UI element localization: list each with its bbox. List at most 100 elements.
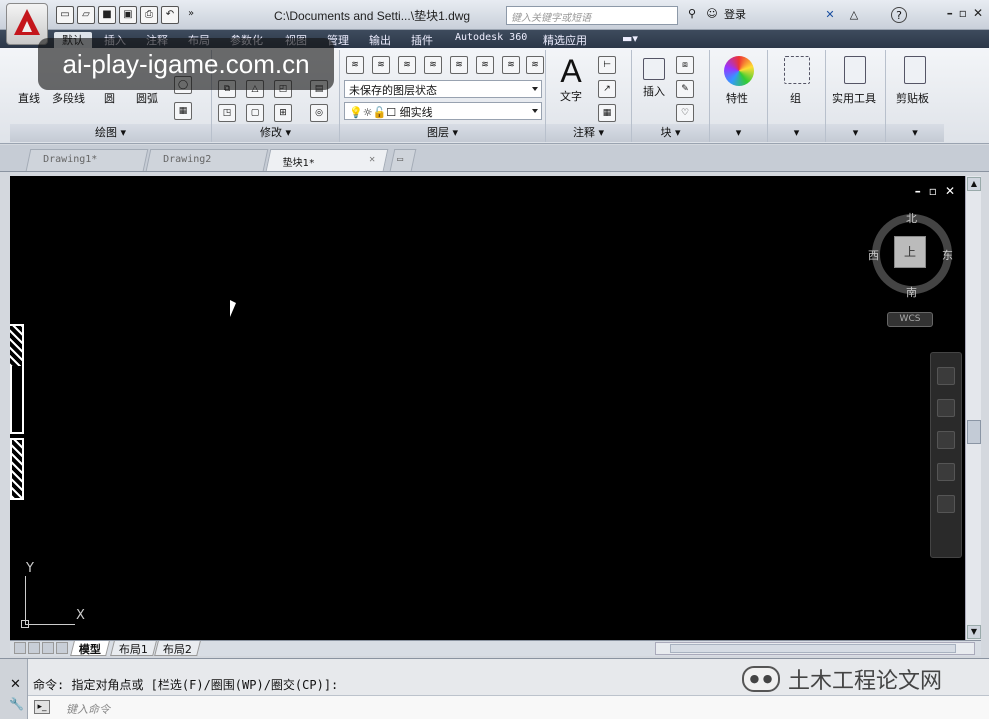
command-input-row[interactable]: ▸_ 键入命令: [28, 695, 989, 719]
utilities-panel[interactable]: 实用工具 ▾: [826, 50, 886, 142]
layout-tab-layout1[interactable]: 布局1: [110, 641, 157, 656]
new-file-icon[interactable]: ▭: [56, 6, 74, 24]
tab-output[interactable]: 输出: [369, 32, 391, 48]
doc-tab-active[interactable]: 垫块1* ✕: [265, 149, 389, 171]
layer-match-icon[interactable]: ≋: [372, 56, 390, 74]
viewport-minimize-icon[interactable]: –: [915, 184, 921, 198]
command-prompt-icon[interactable]: ▸_: [34, 700, 50, 714]
layer-isolate-icon[interactable]: ≋: [424, 56, 442, 74]
dimension-icon[interactable]: ⊢: [598, 56, 616, 74]
text-tool[interactable]: A 文字: [556, 54, 586, 104]
viewport-controls: – ▫ ✕: [915, 184, 955, 198]
layout-tab-model[interactable]: 模型: [70, 641, 110, 656]
ribbon-toggle-icon[interactable]: ▬▾: [622, 32, 638, 45]
viewport-restore-icon[interactable]: ▫: [929, 184, 937, 198]
wcs-menu[interactable]: WCS: [887, 312, 933, 327]
layer-lock-icon[interactable]: ≋: [526, 56, 544, 74]
qat-more-icon[interactable]: »: [182, 6, 200, 24]
showmotion-icon[interactable]: [937, 495, 955, 513]
layer-dropdown[interactable]: 💡☼🔓☐ 细实线: [344, 102, 542, 120]
doc-tab-drawing2[interactable]: Drawing2: [145, 149, 269, 171]
undo-icon[interactable]: ↶: [161, 6, 179, 24]
help-icon[interactable]: ?: [891, 7, 907, 23]
wrench-icon[interactable]: 🔧: [9, 697, 24, 711]
viewcube-face[interactable]: 上: [894, 236, 926, 268]
color-wheel-icon: [724, 56, 754, 86]
viewcube-south[interactable]: 南: [906, 284, 917, 300]
close-icon[interactable]: ✕: [10, 677, 21, 692]
vertical-scroll-thumb[interactable]: [967, 420, 981, 444]
leader-icon[interactable]: ↗: [598, 80, 616, 98]
annotation-panel-title[interactable]: 注释 ▾: [546, 124, 631, 142]
draw-panel-title[interactable]: 绘图 ▾: [10, 124, 211, 142]
offset-icon[interactable]: ◎: [310, 104, 328, 122]
scroll-down-icon[interactable]: ▼: [967, 625, 981, 639]
tab-featured-apps[interactable]: 精选应用: [543, 32, 587, 48]
user-icon[interactable]: ☺: [704, 6, 720, 22]
minimize-icon[interactable]: –: [947, 6, 953, 20]
save-icon[interactable]: ■: [98, 6, 116, 24]
login-link[interactable]: 登录: [724, 6, 746, 22]
stretch-icon[interactable]: ◳: [218, 104, 236, 122]
doc-tab-drawing1[interactable]: Drawing1*: [25, 149, 149, 171]
edit-block-icon[interactable]: ✎: [676, 80, 694, 98]
open-file-icon[interactable]: ▱: [77, 6, 95, 24]
polyline-tool[interactable]: 多段线: [52, 90, 85, 106]
command-input[interactable]: 键入命令: [66, 701, 110, 717]
close-icon[interactable]: ✕: [973, 6, 983, 20]
layout-tab-layout2[interactable]: 布局2: [154, 641, 201, 656]
insert-block-tool[interactable]: 插入: [638, 58, 670, 99]
layout-last-icon[interactable]: [56, 642, 68, 654]
layout-prev-icon[interactable]: [28, 642, 40, 654]
horizontal-scroll-thumb[interactable]: [670, 644, 956, 653]
viewcube-west[interactable]: 西: [868, 247, 879, 263]
layer-off-icon[interactable]: ≋: [476, 56, 494, 74]
scale-icon[interactable]: ▢: [246, 104, 264, 122]
print-icon[interactable]: ⎙: [140, 6, 158, 24]
steeringwheel-icon[interactable]: [937, 367, 955, 385]
horizontal-scrollbar[interactable]: [655, 642, 975, 655]
layer-state-dropdown[interactable]: 未保存的图层状态: [344, 80, 542, 98]
exchange-icon[interactable]: ✕: [822, 7, 838, 23]
layers-panel-title[interactable]: 图层 ▾: [340, 124, 545, 142]
tab-plugins[interactable]: 插件: [411, 32, 433, 48]
save-as-icon[interactable]: ▣: [119, 6, 137, 24]
watermark-overlay: ai-play-igame.com.cn: [38, 38, 334, 90]
block-panel-title[interactable]: 块 ▾: [632, 124, 709, 142]
search-input[interactable]: 键入关键字或短语: [506, 6, 678, 25]
clipboard-panel[interactable]: 剪贴板 ▾: [886, 50, 944, 142]
scroll-up-icon[interactable]: ▲: [967, 177, 981, 191]
zoom-icon[interactable]: [937, 431, 955, 449]
viewcube-east[interactable]: 东: [942, 247, 953, 263]
block-attribute-icon[interactable]: ♡: [676, 104, 694, 122]
binoculars-icon[interactable]: ⚲: [684, 6, 700, 22]
create-block-icon[interactable]: ⧈: [676, 56, 694, 74]
tab-autodesk-360[interactable]: Autodesk 360: [455, 32, 527, 43]
layer-previous-icon[interactable]: ≋: [398, 56, 416, 74]
layer-freeze-icon[interactable]: ≋: [502, 56, 520, 74]
layer-unisolate-icon[interactable]: ≋: [450, 56, 468, 74]
hatch-icon[interactable]: ▦: [174, 102, 192, 120]
autodesk-360-icon[interactable]: △: [846, 7, 862, 23]
new-tab-icon[interactable]: ▭: [389, 149, 417, 171]
circle-tool[interactable]: 圆: [104, 90, 115, 106]
properties-panel[interactable]: 特性 ▾: [710, 50, 768, 142]
vertical-scrollbar[interactable]: ▲ ▼: [965, 176, 981, 640]
drawing-canvas[interactable]: – ▫ ✕ 上 北 南 东 西 WCS Y X: [10, 176, 965, 640]
pan-icon[interactable]: [937, 399, 955, 417]
groups-panel[interactable]: 组 ▾: [768, 50, 826, 142]
close-tab-icon[interactable]: ✕: [369, 154, 375, 165]
layout-first-icon[interactable]: [14, 642, 26, 654]
arc-tool[interactable]: 圆弧: [136, 90, 158, 106]
orbit-icon[interactable]: [937, 463, 955, 481]
layout-next-icon[interactable]: [42, 642, 54, 654]
restore-icon[interactable]: ▫: [959, 6, 967, 20]
viewcube-north[interactable]: 北: [906, 210, 917, 226]
command-line-grip[interactable]: ✕ 🔧: [0, 659, 28, 719]
table-icon[interactable]: ▦: [598, 104, 616, 122]
line-tool[interactable]: 直线: [18, 90, 40, 106]
viewport-close-icon[interactable]: ✕: [945, 184, 955, 198]
array-icon[interactable]: ⊞: [274, 104, 292, 122]
modify-panel-title[interactable]: 修改 ▾: [212, 124, 339, 142]
layer-properties-icon[interactable]: ≋: [346, 56, 364, 74]
